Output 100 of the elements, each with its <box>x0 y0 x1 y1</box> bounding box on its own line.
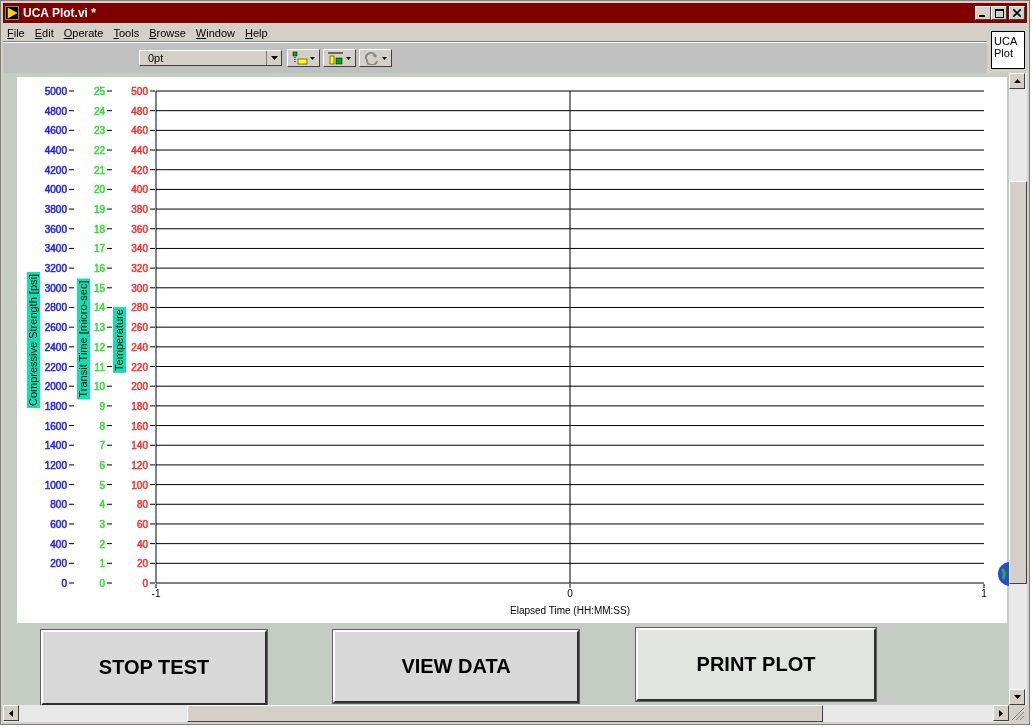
axis-tick-label: 100 <box>131 479 148 491</box>
axis-tick-label: 12 <box>93 341 105 353</box>
axis-tick-label: 480 <box>131 105 148 117</box>
scroll-up-button[interactable] <box>1009 73 1025 89</box>
axis-tick-label: 40 <box>136 538 148 550</box>
axis-tick-label: 240 <box>131 341 148 353</box>
axis-tick-label: 320 <box>131 263 148 275</box>
axis-tick-label: 400 <box>50 538 67 550</box>
axis-tick-label: 13 <box>93 322 105 334</box>
left-arrow-icon <box>9 709 13 717</box>
menu-item[interactable]: Browse <box>149 27 186 39</box>
axis-tick-label: 4 <box>99 499 105 511</box>
axis-tick-label: 400 <box>131 184 148 196</box>
axis-tick-label: 1200 <box>44 459 67 471</box>
axis-tick-label: 140 <box>131 440 148 452</box>
axis-tick-label: 15 <box>93 282 105 294</box>
axis-tick-label: 24 <box>93 105 105 117</box>
axis-tick-label: 180 <box>131 400 148 412</box>
axis-tick-label: 4800 <box>44 105 67 117</box>
axis-tick-label: 1800 <box>44 400 67 412</box>
vertical-scrollbar[interactable] <box>1009 73 1027 705</box>
axis-tick-label: 280 <box>131 302 148 314</box>
axis-tick-label: 6 <box>99 459 105 471</box>
axis-tick-label: 0 <box>61 578 67 589</box>
axis-tick-label: 25 <box>93 86 105 97</box>
axis-tick-label: 1000 <box>44 479 67 491</box>
resize-grip-icon[interactable] <box>1009 705 1025 721</box>
axis-tick-label: 10 <box>93 381 105 393</box>
axis-tick-label: 7 <box>99 440 105 452</box>
axis-tick-label: 420 <box>131 164 148 176</box>
axis-tick-label: 500 <box>131 86 148 97</box>
axis-tick-label: 220 <box>131 361 148 373</box>
reorder-button[interactable] <box>359 49 392 67</box>
axis-title: Compressive Strength [psi] <box>27 271 40 409</box>
axis-tick-label: 8 <box>99 420 105 432</box>
axis-tick-label: 360 <box>131 223 148 235</box>
axis-tick-label: -1 <box>151 588 161 599</box>
axis-title: Temperature <box>113 307 126 373</box>
axis-tick-label: 4600 <box>44 125 67 137</box>
minimize-button[interactable] <box>975 6 991 20</box>
scroll-left-button[interactable] <box>3 705 19 721</box>
axis-tick-label: 440 <box>131 145 148 157</box>
axis-tick-label: 260 <box>131 322 148 334</box>
menu-item[interactable]: Window <box>195 27 235 39</box>
menu-item[interactable]: File <box>7 27 25 39</box>
scroll-right-button[interactable] <box>993 705 1009 721</box>
axis-tick-label: 200 <box>50 558 67 570</box>
maximize-button[interactable] <box>991 6 1007 20</box>
axis-tick-label: 3400 <box>44 243 67 255</box>
scroll-down-button[interactable] <box>1009 689 1025 705</box>
axis-tick-label: 5000 <box>44 86 67 97</box>
menu-item[interactable]: Tools <box>113 27 140 39</box>
down-arrow-icon <box>1013 695 1021 699</box>
axis-tick-label: 11 <box>94 361 105 373</box>
axis-tick-label: 23 <box>93 125 105 137</box>
axis-tick-label: 22 <box>93 145 105 157</box>
axis-tick-label: 300 <box>131 282 148 294</box>
axis-title: Transit Time [micro-sec] <box>77 278 90 400</box>
horizontal-scrollbar[interactable] <box>3 705 1009 722</box>
axis-tick-label: 4400 <box>44 145 67 157</box>
vi-icon-label: UCA Plot <box>991 31 1025 69</box>
axis-tick-label: 120 <box>131 459 148 471</box>
menu-item[interactable]: Operate <box>63 27 104 39</box>
axis-tick-label: 1 <box>99 558 105 570</box>
scroll-thumb[interactable] <box>187 705 823 722</box>
window-title: UCA Plot.vi * <box>23 6 97 20</box>
axis-tick-label: 4200 <box>44 164 67 176</box>
axis-tick-label: 200 <box>131 381 148 393</box>
axis-tick-label: 20 <box>93 184 105 196</box>
axis-tick-label: 2000 <box>44 381 67 393</box>
axis-tick-label: 3000 <box>44 282 67 294</box>
axis-title: Elapsed Time (HH:MM:SS) <box>510 605 630 616</box>
play-arrow-icon <box>5 6 19 20</box>
action-button[interactable]: VIEW DATA <box>333 630 579 703</box>
dropdown-arrow-icon <box>270 56 278 60</box>
axis-tick-label: 2 <box>99 538 105 550</box>
right-arrow-icon <box>999 709 1003 717</box>
axis-tick-label: 21 <box>93 164 105 176</box>
axis-tick-label: 16 <box>93 263 105 275</box>
axis-tick-label: 600 <box>50 518 67 530</box>
action-button[interactable]: PRINT PLOT <box>636 628 876 701</box>
close-button[interactable] <box>1009 6 1025 20</box>
axis-tick-label: 1 <box>981 588 987 599</box>
menu-item[interactable]: Edit <box>34 27 54 39</box>
axis-tick-label: 80 <box>136 499 148 511</box>
axis-tick-label: 14 <box>93 302 105 314</box>
distribute-objects-button[interactable] <box>323 49 356 67</box>
font-dropdown[interactable]: 0pt <box>139 50 282 66</box>
scroll-thumb[interactable] <box>1009 181 1027 584</box>
axis-tick-label: 18 <box>93 223 105 235</box>
align-objects-button[interactable] <box>287 49 320 67</box>
axis-tick-label: 3800 <box>44 204 67 216</box>
axis-tick-label: 5 <box>99 479 105 491</box>
axis-tick-label: 9 <box>99 400 105 412</box>
action-button[interactable]: STOP TEST <box>41 630 267 705</box>
up-arrow-icon <box>1013 79 1021 83</box>
menu-item[interactable]: Help <box>245 27 268 39</box>
axis-tick-label: 3 <box>99 518 105 530</box>
axis-tick-label: 2600 <box>44 322 67 334</box>
axis-tick-label: 4000 <box>44 184 67 196</box>
